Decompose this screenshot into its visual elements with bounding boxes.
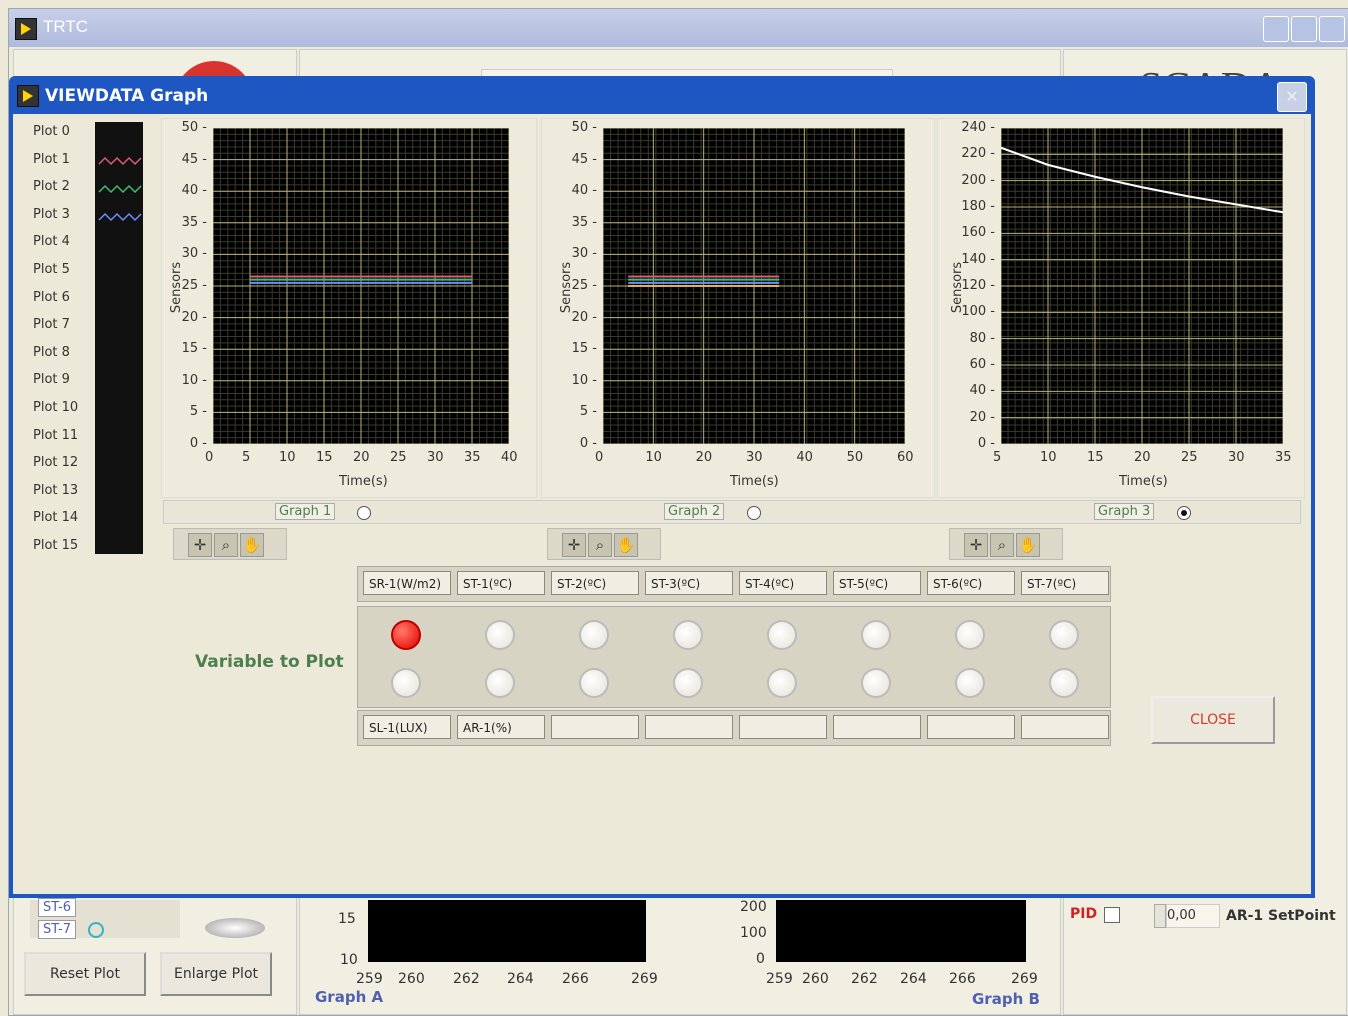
variable-led-bottom[interactable]: [861, 668, 891, 698]
graph-a-x-tick: 264: [507, 971, 534, 987]
channel-label: ST-7: [38, 920, 76, 939]
reset-plot-button[interactable]: Reset Plot: [24, 952, 146, 996]
close-button[interactable]: CLOSE: [1151, 696, 1275, 744]
graph-b-x-tick: 266: [949, 971, 976, 987]
parent-title-bar: TRTC: [9, 9, 1348, 47]
variable-led-top[interactable]: [955, 620, 985, 650]
viewdata-dialog: VIEWDATA Graph ✕ Plot 0 Plot 1 Plot 2 Plot …: [9, 76, 1315, 898]
graph-b-x-tick: 262: [851, 971, 878, 987]
dialog-icon: [17, 85, 39, 107]
graph-a-x-tick: 259: [356, 971, 383, 987]
variable-label-bottom: [739, 715, 827, 739]
graph-a-y-tick: 15: [338, 911, 356, 927]
variable-label-bottom: [645, 715, 733, 739]
graph-a-plot: [368, 900, 646, 962]
variable-led-bottom[interactable]: [673, 668, 703, 698]
dialog-close-button[interactable]: ✕: [1277, 82, 1307, 112]
variable-label-top: ST-2(ºC): [551, 571, 639, 595]
setpoint-input[interactable]: 0,00: [1166, 904, 1220, 928]
graph-b-x-tick: 259: [766, 971, 793, 987]
variable-led-bottom[interactable]: [485, 668, 515, 698]
variable-led-bottom[interactable]: [767, 668, 797, 698]
channel-led[interactable]: [88, 922, 104, 938]
variable-label-top: ST-1(ºC): [457, 571, 545, 595]
pid-label: PID: [1070, 906, 1098, 922]
variable-label-top: ST-5(ºC): [833, 571, 921, 595]
variable-led-top[interactable]: [673, 620, 703, 650]
graph-b-plot: [776, 900, 1026, 962]
graph-b-y-tick: 200: [740, 899, 767, 915]
variable-label-bottom: SL-1(LUX): [363, 715, 451, 739]
minimize-button[interactable]: [1263, 16, 1289, 42]
graph-b-x-tick: 264: [900, 971, 927, 987]
graph-b-y-tick: 100: [740, 925, 767, 941]
close-window-button[interactable]: [1319, 16, 1345, 42]
variable-label-top: SR-1(W/m2): [363, 571, 451, 595]
variable-label-top: ST-4(ºC): [739, 571, 827, 595]
variable-label-top: ST-6(ºC): [927, 571, 1015, 595]
variable-led-top[interactable]: [861, 620, 891, 650]
toggle-switch[interactable]: [205, 918, 265, 938]
graph-b-x-tick: 269: [1011, 971, 1038, 987]
app-icon: [15, 18, 37, 40]
graph-a-x-tick: 262: [453, 971, 480, 987]
enlarge-plot-button[interactable]: Enlarge Plot: [160, 952, 272, 996]
dialog-title: VIEWDATA Graph: [45, 86, 209, 106]
variable-led-bottom[interactable]: [579, 668, 609, 698]
graph-a-x-tick: 269: [631, 971, 658, 987]
variable-led-top[interactable]: [391, 620, 421, 650]
setpoint-label: AR-1 SetPoint: [1226, 908, 1336, 924]
variable-led-bottom[interactable]: [391, 668, 421, 698]
variable-label-top: ST-7(ºC): [1021, 571, 1109, 595]
graph-a-x-tick: 260: [398, 971, 425, 987]
graph-b-x-tick: 260: [802, 971, 829, 987]
variable-label-bottom: [1021, 715, 1109, 739]
variable-label-top: ST-3(ºC): [645, 571, 733, 595]
variable-led-top[interactable]: [767, 620, 797, 650]
channel-label: ST-6: [38, 898, 76, 917]
setpoint-stepper[interactable]: [1154, 904, 1166, 928]
graph-a-x-tick: 266: [562, 971, 589, 987]
variable-led-top[interactable]: [485, 620, 515, 650]
maximize-button[interactable]: [1291, 16, 1317, 42]
parent-title: TRTC: [43, 17, 89, 36]
variable-led-top[interactable]: [1049, 620, 1079, 650]
variable-label-bottom: AR-1(%): [457, 715, 545, 739]
variable-led-top[interactable]: [579, 620, 609, 650]
variable-led-bottom[interactable]: [1049, 668, 1079, 698]
variable-label-bottom: [551, 715, 639, 739]
graph-b-y-tick: 0: [756, 951, 765, 967]
variable-grid: SR-1(W/m2) ST-1(ºC) ST-2(ºC) ST-3(ºC) ST-4(º…: [13, 114, 1311, 894]
dialog-body: Plot 0 Plot 1 Plot 2 Plot 3 Plot 4 Plot 5 Plot…: [13, 114, 1311, 894]
variable-led-bottom[interactable]: [955, 668, 985, 698]
graph-b-label: Graph B: [972, 990, 1040, 1008]
variable-label-bottom: [833, 715, 921, 739]
graph-a-y-tick: 10: [340, 952, 358, 968]
graph-a-label: Graph A: [315, 988, 384, 1006]
variable-label-bottom: [927, 715, 1015, 739]
pid-checkbox[interactable]: [1104, 907, 1120, 923]
